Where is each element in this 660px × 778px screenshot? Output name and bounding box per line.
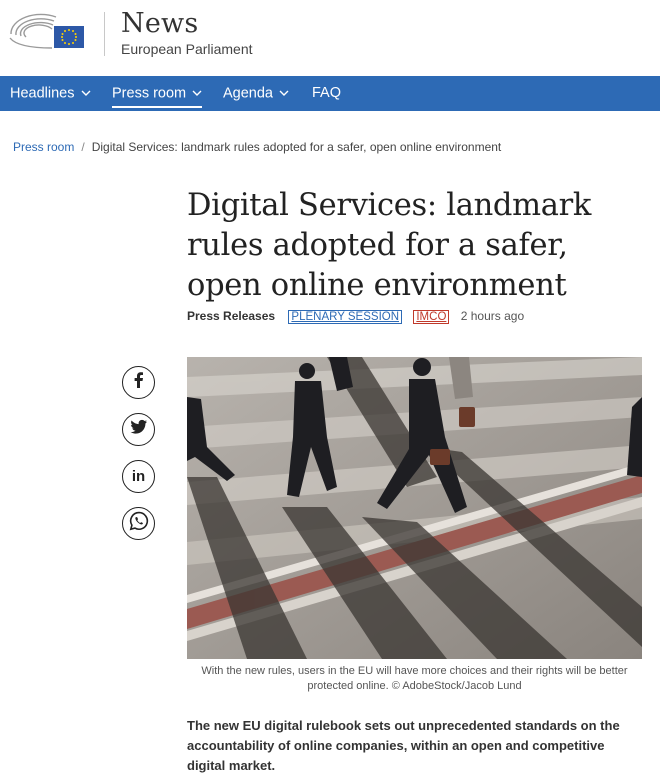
nav-item-press-room[interactable]: Press room [112,76,203,111]
article-image [187,357,642,659]
image-caption: With the new rules, users in the EU will… [201,665,628,692]
nav-item-faq[interactable]: FAQ [312,76,341,111]
twitter-icon [129,419,148,440]
tag-imco[interactable]: IMCO [413,310,450,324]
breadcrumb-separator: / [81,140,85,154]
nav-item-label: FAQ [312,85,342,101]
share-facebook-button[interactable] [122,366,155,399]
article-lead: The new EU digital rulebook sets out unp… [187,718,620,773]
article-meta: Press Releases PLENARY SESSION IMCO 2 ho… [187,309,524,324]
chevron-down-icon [192,76,202,111]
header-divider [104,12,105,56]
site-subtitle: European Parliament [121,41,253,57]
nav-item-agenda[interactable]: Agenda [223,76,289,111]
nav-item-label: Agenda [223,85,273,102]
facebook-icon [130,371,148,394]
linkedin-icon: in [131,468,146,485]
share-linkedin-button[interactable]: in [122,460,155,493]
nav-item-label: Headlines [10,85,75,102]
breadcrumb-current: Digital Services: landmark rules adopted… [91,140,502,154]
share-whatsapp-button[interactable] [122,507,155,540]
european-parliament-logo[interactable] [8,10,88,54]
tag-plenary-session[interactable]: PLENARY SESSION [288,310,403,324]
article-type: Press Releases [187,309,276,323]
whatsapp-icon [129,511,149,536]
chevron-down-icon [81,76,91,111]
site-title[interactable]: News [121,8,198,39]
nav-item-headlines[interactable]: Headlines [10,76,91,111]
breadcrumb: Press room / Digital Services: landmark ru… [13,140,501,154]
chevron-down-icon [279,76,289,111]
article-timestamp: 2 hours ago [460,309,525,323]
nav-item-label: Press room [112,85,187,102]
site-header: News European Parliament [0,0,660,76]
breadcrumb-press-room-link[interactable]: Press room [13,140,74,154]
article-title: Digital Services: landmark rules adopted… [187,188,592,303]
share-twitter-button[interactable] [122,413,155,446]
main-nav: Headlines Press room Agenda FAQ [0,76,660,111]
